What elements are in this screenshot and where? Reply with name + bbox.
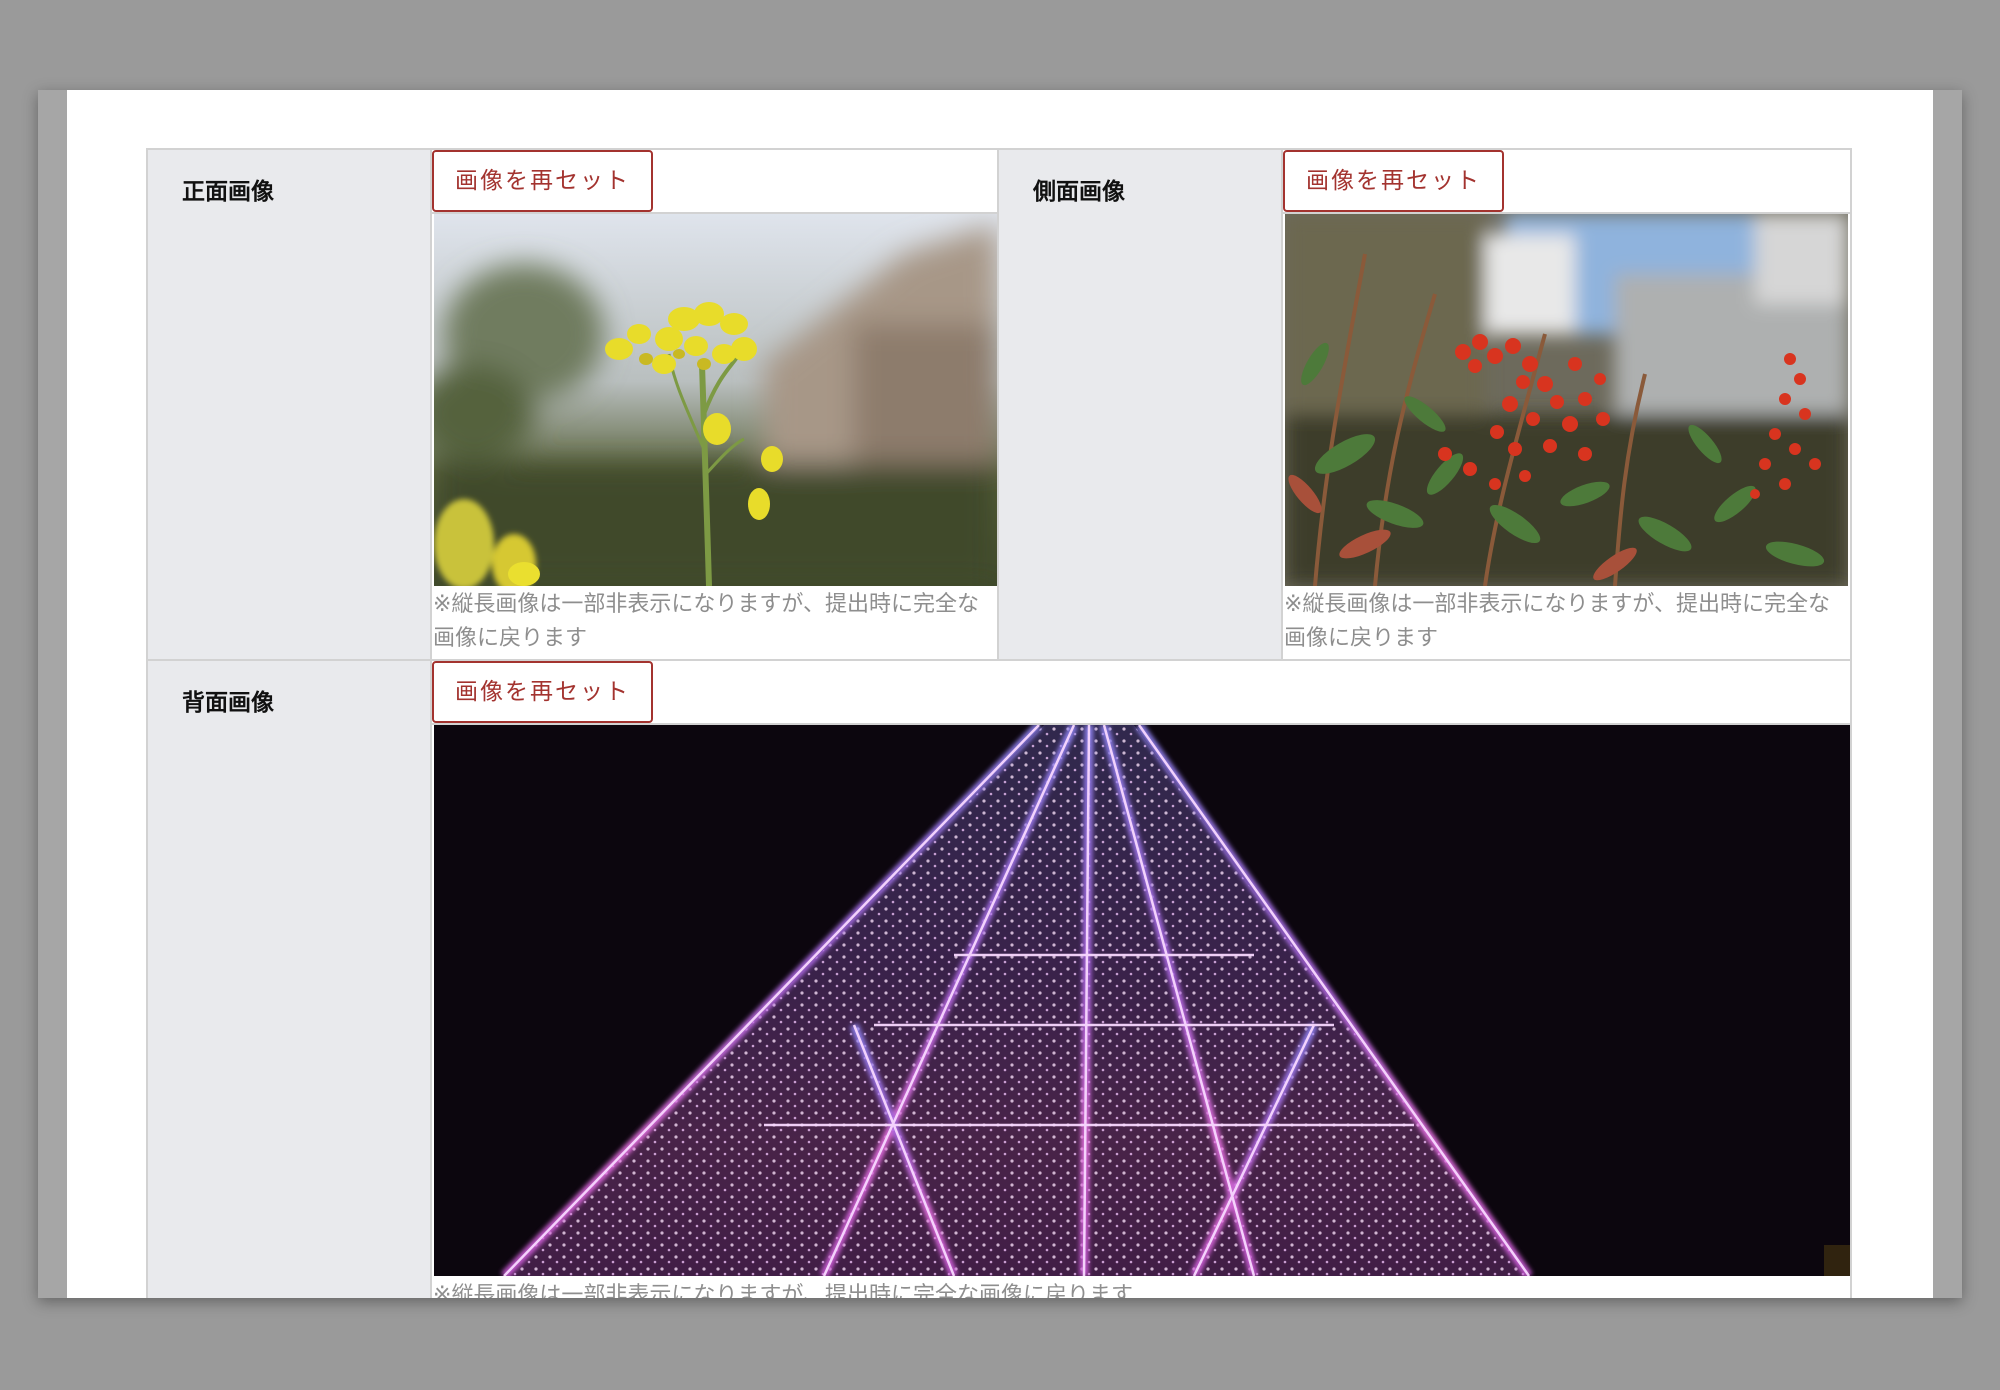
back-image-label: 背面画像	[148, 661, 432, 1298]
form-row-back: 背面画像 画像を再セット ※縦長画像は一部非表示になりますが、提出時に完全な画像…	[148, 661, 1850, 1298]
front-image-label: 正面画像	[148, 150, 432, 659]
front-image-note: ※縦長画像は一部非表示になりますが、提出時に完全な画像に戻ります	[433, 592, 979, 651]
side-image-preview	[1285, 214, 1848, 586]
image-form-table: 正面画像 画像を再セット ※縦長画像は一部非表示になりますが、提出時に完全な画像…	[146, 148, 1852, 1298]
front-reset-button[interactable]: 画像を再セット	[432, 150, 653, 212]
side-image-cell: 画像を再セット ※縦長画像は一部非表示になりますが、提出時に完全な画像に戻ります	[1283, 150, 1850, 659]
front-image-cell: 画像を再セット ※縦長画像は一部非表示になりますが、提出時に完全な画像に戻ります	[432, 150, 999, 659]
back-reset-button[interactable]: 画像を再セット	[432, 661, 653, 723]
form-sheet: 正面画像 画像を再セット ※縦長画像は一部非表示になりますが、提出時に完全な画像…	[67, 90, 1933, 1298]
front-image-preview	[434, 214, 997, 586]
back-image-note: ※縦長画像は一部非表示になりますが、提出時に完全な画像に戻ります	[433, 1283, 1133, 1298]
side-reset-button[interactable]: 画像を再セット	[1283, 150, 1504, 212]
form-row-front-side: 正面画像 画像を再セット ※縦長画像は一部非表示になりますが、提出時に完全な画像…	[148, 150, 1850, 661]
back-image-cell: 画像を再セット ※縦長画像は一部非表示になりますが、提出時に完全な画像に戻ります	[432, 661, 1850, 1298]
preview-window: 正面画像 画像を再セット ※縦長画像は一部非表示になりますが、提出時に完全な画像…	[38, 90, 1962, 1298]
side-image-label: 側面画像	[999, 150, 1283, 659]
back-image-preview	[434, 725, 1850, 1276]
side-image-note: ※縦長画像は一部非表示になりますが、提出時に完全な画像に戻ります	[1284, 592, 1830, 651]
